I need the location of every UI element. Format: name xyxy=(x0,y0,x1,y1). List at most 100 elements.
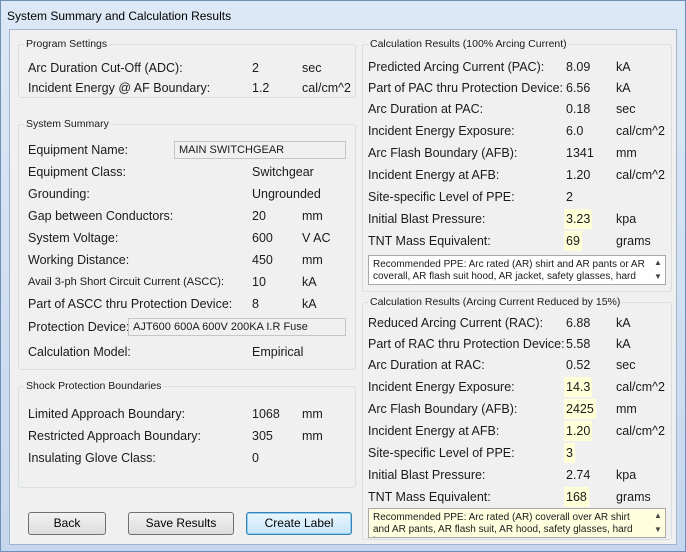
ppe-recommendation-85-memo[interactable]: Recommended PPE: Arc rated (AR) coverall… xyxy=(368,508,666,538)
ascc-value: 10 xyxy=(252,275,266,289)
afb-100-row: Arc Flash Boundary (AFB): 1341 mm xyxy=(368,143,668,163)
ppe-level-100-value: 2 xyxy=(566,190,573,204)
rac-row: Reduced Arcing Current (RAC): 6.88 kA xyxy=(368,313,668,333)
results-window: System Summary and Calculation Results P… xyxy=(0,0,686,552)
rac-unit: kA xyxy=(616,316,631,330)
part-rac-label: Part of RAC thru Protection Device: xyxy=(368,337,565,351)
ie-afb-85-row: Incident Energy at AFB: 1.20 cal/cm^2 xyxy=(368,421,668,441)
tnt-100-row: TNT Mass Equivalent: 69 grams xyxy=(368,231,668,251)
shock-boundaries-legend: Shock Protection Boundaries xyxy=(26,380,162,392)
limited-approach-row: Limited Approach Boundary: 1068 mm xyxy=(28,404,358,424)
ie-afb-100-value: 1.20 xyxy=(566,168,591,182)
ie-exposure-100-row: Incident Energy Exposure: 6.0 cal/cm^2 xyxy=(368,121,668,141)
arc-duration-pac-label: Arc Duration at PAC: xyxy=(368,102,484,116)
ie-boundary-unit: cal/cm^2 xyxy=(302,81,351,95)
part-pac-row: Part of PAC thru Protection Device: 6.56… xyxy=(368,78,668,98)
pac-unit: kA xyxy=(616,60,631,74)
scroll-up-icon[interactable]: ▲ xyxy=(652,510,664,522)
blast-pressure-85-label: Initial Blast Pressure: xyxy=(368,468,486,482)
tnt-100-label: TNT Mass Equivalent: xyxy=(368,234,491,248)
tnt-85-label: TNT Mass Equivalent: xyxy=(368,490,491,504)
blast-pressure-85-unit: kpa xyxy=(616,468,637,482)
save-results-button[interactable]: Save Results xyxy=(128,512,234,535)
ppe-level-85-row: Site-specific Level of PPE: 3 xyxy=(368,443,668,463)
ppe-level-85-value: 3 xyxy=(564,443,575,463)
voltage-row: System Voltage: 600 V AC xyxy=(28,228,358,248)
afb-100-value: 1341 xyxy=(566,146,594,160)
tnt-85-row: TNT Mass Equivalent: 168 grams xyxy=(368,487,668,507)
ie-exposure-100-value: 6.0 xyxy=(566,124,584,138)
adc-row: Arc Duration Cut-Off (ADC): 2 sec xyxy=(28,58,358,78)
ascc-unit: kA xyxy=(302,275,317,289)
voltage-label: System Voltage: xyxy=(28,231,119,245)
blast-pressure-100-value: 3.23 xyxy=(564,209,593,229)
tnt-100-value: 69 xyxy=(564,231,582,251)
scroll-down-icon[interactable]: ▼ xyxy=(652,524,664,536)
restricted-approach-unit: mm xyxy=(302,429,323,443)
scroll-up-icon[interactable]: ▲ xyxy=(652,257,664,269)
ie-exposure-85-value: 14.3 xyxy=(564,377,593,397)
system-summary-legend: System Summary xyxy=(26,118,109,130)
voltage-unit: V AC xyxy=(302,231,331,245)
rac-value: 6.88 xyxy=(566,316,591,330)
ie-afb-100-label: Incident Energy at AFB: xyxy=(368,168,500,182)
ie-boundary-row: Incident Energy @ AF Boundary: 1.2 cal/c… xyxy=(28,78,358,98)
ppe-recommendation-100-text: Recommended PPE: Arc rated (AR) shirt an… xyxy=(373,259,645,282)
adc-unit: sec xyxy=(302,61,322,75)
adc-label: Arc Duration Cut-Off (ADC): xyxy=(28,61,183,75)
glove-class-label: Insulating Glove Class: xyxy=(28,451,156,465)
ie-afb-100-unit: cal/cm^2 xyxy=(616,168,665,182)
pac-label: Predicted Arcing Current (PAC): xyxy=(368,60,545,74)
part-ascc-value: 8 xyxy=(252,297,259,311)
ppe-85-scrollbar[interactable]: ▲ ▼ xyxy=(652,510,664,536)
afb-100-label: Arc Flash Boundary (AFB): xyxy=(368,146,518,160)
pac-row: Predicted Arcing Current (PAC): 8.09 kA xyxy=(368,57,668,77)
voltage-value: 600 xyxy=(252,231,273,245)
part-ascc-unit: kA xyxy=(302,297,317,311)
create-label-button[interactable]: Create Label xyxy=(246,512,352,535)
pac-value: 8.09 xyxy=(566,60,591,74)
protection-device-field[interactable]: AJT600 600A 600V 200KA I.R Fuse xyxy=(128,318,346,336)
working-distance-unit: mm xyxy=(302,253,323,267)
arc-duration-pac-row: Arc Duration at PAC: 0.18 sec xyxy=(368,99,668,119)
ppe-100-scrollbar[interactable]: ▲ ▼ xyxy=(652,257,664,283)
grounding-value: Ungrounded xyxy=(252,187,321,201)
glove-class-row: Insulating Glove Class: 0 xyxy=(28,448,358,468)
ppe-recommendation-100-memo[interactable]: Recommended PPE: Arc rated (AR) shirt an… xyxy=(368,255,666,285)
restricted-approach-value: 305 xyxy=(252,429,273,443)
program-settings-legend: Program Settings xyxy=(26,38,108,50)
back-button[interactable]: Back xyxy=(28,512,106,535)
restricted-approach-row: Restricted Approach Boundary: 305 mm xyxy=(28,426,358,446)
calculation-model-label: Calculation Model: xyxy=(28,345,131,359)
results-100-legend: Calculation Results (100% Arcing Current… xyxy=(370,38,567,50)
protection-device-label: Protection Device: xyxy=(28,320,130,334)
tnt-85-unit: grams xyxy=(616,490,651,504)
ie-exposure-85-unit: cal/cm^2 xyxy=(616,380,665,394)
gap-value: 20 xyxy=(252,209,266,223)
blast-pressure-85-value: 2.74 xyxy=(566,468,591,482)
part-rac-value: 5.58 xyxy=(566,337,591,351)
afb-85-label: Arc Flash Boundary (AFB): xyxy=(368,402,518,416)
gap-row: Gap between Conductors: 20 mm xyxy=(28,206,358,226)
working-distance-value: 450 xyxy=(252,253,273,267)
equipment-name-label: Equipment Name: xyxy=(28,143,129,157)
arc-duration-pac-unit: sec xyxy=(616,102,636,116)
ppe-level-85-label: Site-specific Level of PPE: xyxy=(368,446,515,460)
afb-85-unit: mm xyxy=(616,402,637,416)
restricted-approach-label: Restricted Approach Boundary: xyxy=(28,429,202,443)
part-ascc-label: Part of ASCC thru Protection Device: xyxy=(28,297,233,311)
grounding-label: Grounding: xyxy=(28,187,90,201)
equipment-name-field[interactable]: MAIN SWITCHGEAR xyxy=(174,141,346,159)
gap-unit: mm xyxy=(302,209,323,223)
limited-approach-value: 1068 xyxy=(252,407,280,421)
ppe-level-100-row: Site-specific Level of PPE: 2 xyxy=(368,187,668,207)
rac-label: Reduced Arcing Current (RAC): xyxy=(368,316,544,330)
part-pac-value: 6.56 xyxy=(566,81,591,95)
ie-exposure-85-row: Incident Energy Exposure: 14.3 cal/cm^2 xyxy=(368,377,668,397)
glove-class-value: 0 xyxy=(252,451,259,465)
gap-label: Gap between Conductors: xyxy=(28,209,174,223)
part-pac-label: Part of PAC thru Protection Device: xyxy=(368,81,563,95)
scroll-down-icon[interactable]: ▼ xyxy=(652,271,664,283)
ppe-level-100-label: Site-specific Level of PPE: xyxy=(368,190,515,204)
blast-pressure-100-unit: kpa xyxy=(616,212,637,226)
